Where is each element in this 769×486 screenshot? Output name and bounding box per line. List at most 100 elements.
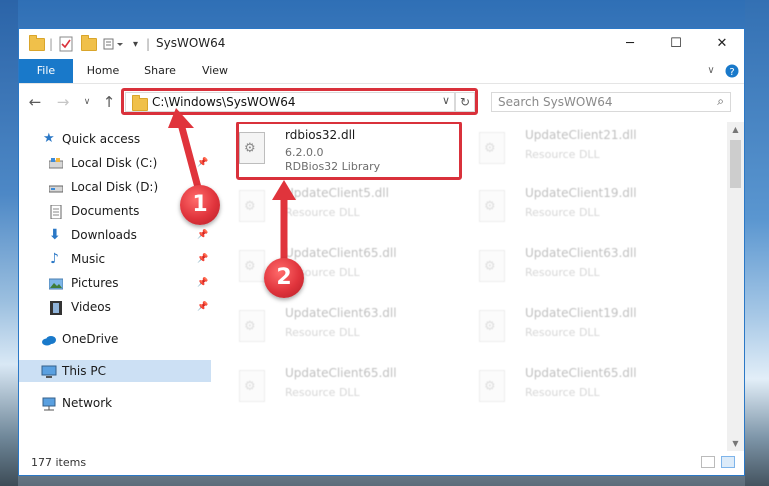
file-description: Resource DLL <box>525 148 600 161</box>
desktop-background-left <box>0 0 18 486</box>
pin-icon: 📌 <box>197 254 209 264</box>
sidebar-item-videos[interactable]: Videos 📌 <box>19 296 211 318</box>
file-name: UpdateClient21.dll <box>525 128 637 142</box>
ribbon-expand-icon[interactable]: ∨ <box>703 59 719 83</box>
sidebar-item-label: Local Disk (D:) <box>71 180 159 194</box>
folder-icon <box>29 34 45 53</box>
drive-icon <box>48 156 64 170</box>
window-title: SysWOW64 <box>156 36 226 50</box>
sidebar-item-label: Pictures <box>71 276 119 290</box>
search-input[interactable]: Search SysWOW64 ⌕ <box>491 92 731 112</box>
help-icon[interactable]: ? <box>724 59 740 83</box>
sidebar-item-local-disk-c[interactable]: Local Disk (C:) 📌 <box>19 152 211 174</box>
pin-icon: 📌 <box>197 278 209 288</box>
sidebar-item-network[interactable]: Network <box>19 392 211 414</box>
maximize-button[interactable]: ☐ <box>653 29 699 59</box>
file-name: UpdateClient5.dll <box>285 186 389 200</box>
forward-arrow-icon[interactable]: → <box>53 92 73 112</box>
recent-locations-icon[interactable]: ∨ <box>77 92 97 112</box>
tab-home[interactable]: Home <box>81 59 125 83</box>
file-item[interactable]: UpdateClient5.dll Resource DLL <box>219 180 444 234</box>
file-item[interactable]: UpdateClient63.dll Resource DLL <box>459 240 684 294</box>
scroll-thumb[interactable] <box>730 140 741 188</box>
network-icon <box>41 396 56 411</box>
sidebar-item-pictures[interactable]: Pictures 📌 <box>19 272 211 294</box>
tab-view[interactable]: View <box>195 59 235 83</box>
music-note-icon: ♪ <box>50 251 59 267</box>
file-description: Resource DLL <box>285 326 360 339</box>
sidebar-item-label: This PC <box>62 364 106 378</box>
minimize-button[interactable]: ─ <box>607 29 653 59</box>
sidebar-item-quick-access[interactable]: ★ Quick access <box>19 128 211 150</box>
close-button[interactable]: ✕ <box>699 29 745 59</box>
scroll-down-icon[interactable]: ▼ <box>727 436 744 452</box>
ribbon-tabs: File Home Share View ∨ ? <box>19 59 744 84</box>
dll-file-icon <box>239 190 265 222</box>
dll-file-icon <box>479 310 505 342</box>
file-description: Resource DLL <box>525 206 600 219</box>
sidebar-item-music[interactable]: ♪ Music 📌 <box>19 248 211 270</box>
file-item[interactable]: UpdateClient21.dll Resource DLL <box>459 122 684 176</box>
sidebar-item-onedrive[interactable]: OneDrive <box>19 328 211 350</box>
dll-file-icon <box>239 310 265 342</box>
sidebar-item-this-pc[interactable]: This PC <box>19 360 211 382</box>
separator: | <box>49 37 54 51</box>
dll-file-icon <box>479 370 505 402</box>
refresh-button[interactable]: ↻ <box>455 92 475 112</box>
callout-number-two: 2 <box>264 258 304 298</box>
dll-file-icon <box>479 132 505 164</box>
vertical-scrollbar[interactable]: ▲ ▼ <box>727 122 744 452</box>
pin-icon: 📌 <box>197 158 209 168</box>
file-name: UpdateClient65.dll <box>285 366 397 380</box>
customize-quick-access-icon[interactable] <box>103 35 125 53</box>
address-dropdown-icon[interactable]: ∨ <box>442 94 450 107</box>
pictures-icon <box>48 276 64 290</box>
sidebar-item-label: Network <box>62 396 113 410</box>
address-path: C:\Windows\SysWOW64 <box>152 95 296 109</box>
file-name: UpdateClient63.dll <box>525 246 637 260</box>
sidebar-item-label: Documents <box>71 204 140 218</box>
folder-icon <box>132 95 148 111</box>
sidebar-item-label: OneDrive <box>62 332 119 346</box>
dll-file-icon <box>239 370 265 402</box>
star-icon: ★ <box>43 131 55 146</box>
sidebar-item-label: Music <box>71 252 106 266</box>
file-item[interactable]: UpdateClient65.dll Resource DLL <box>219 240 444 294</box>
quick-access-dropdown-icon[interactable]: ▾ <box>133 35 138 53</box>
tab-file[interactable]: File <box>19 59 73 83</box>
large-icons-view-icon[interactable] <box>721 456 735 468</box>
details-view-icon[interactable] <box>701 456 715 468</box>
search-icon: ⌕ <box>717 94 724 108</box>
file-description: Resource DLL <box>285 386 360 399</box>
file-item[interactable]: UpdateClient19.dll Resource DLL <box>459 180 684 234</box>
separator: | <box>146 37 151 51</box>
sidebar-item-downloads[interactable]: ⬇ Downloads 📌 <box>19 224 211 246</box>
dll-file-icon <box>479 190 505 222</box>
scroll-up-icon[interactable]: ▲ <box>727 122 744 138</box>
up-arrow-icon[interactable]: ↑ <box>99 92 119 112</box>
dll-file-icon <box>479 250 505 282</box>
file-item[interactable]: UpdateClient65.dll Resource DLL <box>459 360 684 414</box>
tab-share[interactable]: Share <box>137 59 183 83</box>
file-name: UpdateClient19.dll <box>525 306 637 320</box>
address-bar[interactable]: C:\Windows\SysWOW64 ∨ <box>125 92 455 112</box>
title-bar: | ▾ | SysWOW64 ─ ☐ ✕ <box>19 29 744 59</box>
file-item[interactable]: UpdateClient65.dll Resource DLL <box>219 360 444 414</box>
computer-icon <box>41 364 57 378</box>
pin-icon: 📌 <box>197 302 209 312</box>
file-name: UpdateClient63.dll <box>285 306 397 320</box>
properties-icon[interactable] <box>59 35 73 53</box>
file-name: UpdateClient19.dll <box>525 186 637 200</box>
sidebar-item-label: Downloads <box>71 228 137 242</box>
file-description: Resource DLL <box>525 386 600 399</box>
sidebar-item-label: Local Disk (C:) <box>71 156 158 170</box>
film-icon <box>49 300 63 315</box>
new-folder-icon[interactable] <box>81 34 97 53</box>
file-item[interactable]: UpdateClient19.dll Resource DLL <box>459 300 684 354</box>
file-description: Resource DLL <box>525 266 600 279</box>
cloud-icon <box>41 332 56 346</box>
back-arrow-icon[interactable]: ← <box>25 92 45 112</box>
pin-icon: 📌 <box>197 230 209 240</box>
file-name: UpdateClient65.dll <box>285 246 397 260</box>
file-item[interactable]: UpdateClient63.dll Resource DLL <box>219 300 444 354</box>
